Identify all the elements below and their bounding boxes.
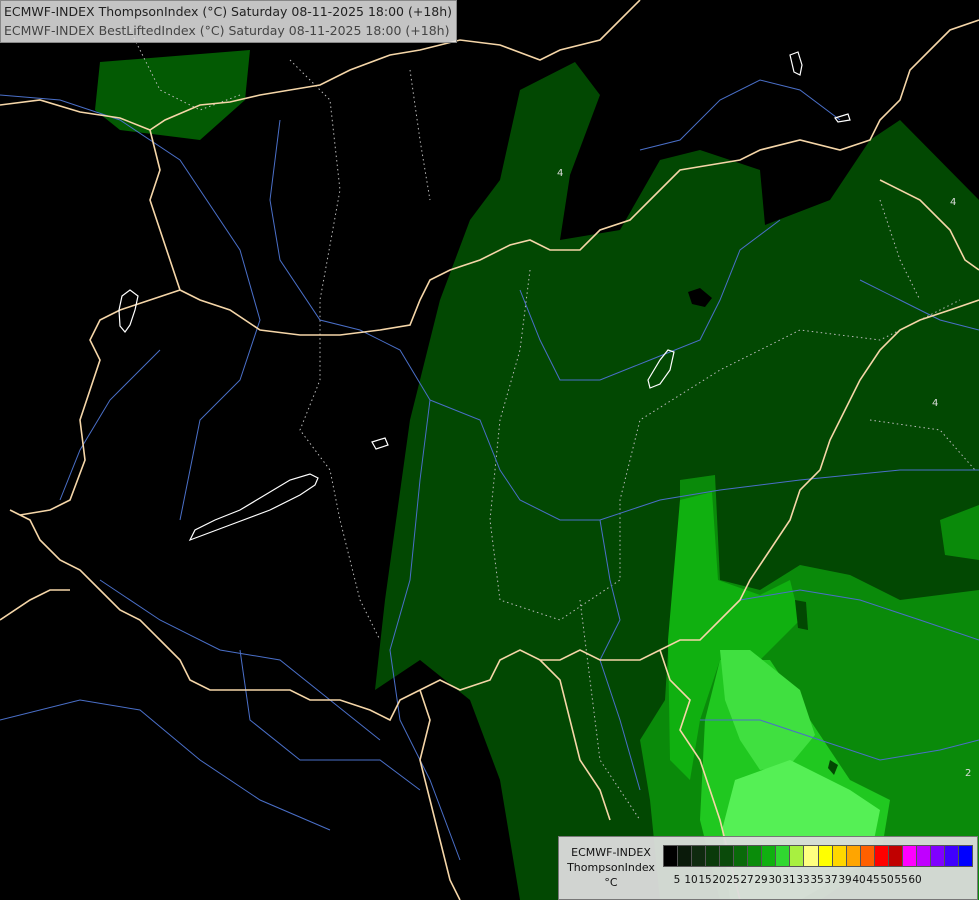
legend-swatch <box>832 846 847 866</box>
legend-tick-label: 25 <box>726 874 740 886</box>
legend-swatch <box>804 846 819 866</box>
legend-swatch <box>874 846 889 866</box>
legend-swatch <box>818 846 833 866</box>
legend-swatch <box>692 846 707 866</box>
legend-title-line1: ECMWF-INDEX <box>571 846 651 859</box>
legend-swatch <box>902 846 917 866</box>
legend-tick-label: 55 <box>894 874 908 886</box>
legend-title: ECMWF-INDEX ThompsonIndex °C <box>563 845 659 890</box>
color-legend: ECMWF-INDEX ThompsonIndex °C 5 10 15 20 25 27… <box>558 836 978 900</box>
legend-swatch <box>958 846 973 866</box>
legend-swatch <box>762 846 777 866</box>
legend-swatch <box>846 846 861 866</box>
legend-ticks: 5 10 15 20 25 27 29 30 31 33 35 37 39 40 45 50 55 60 <box>663 874 971 888</box>
contour-label: 4 <box>557 168 563 179</box>
contour-label: 2 <box>965 768 971 779</box>
title-line-best-lifted-index: ECMWF-INDEX BestLiftedIndex (°C) Saturda… <box>4 23 450 38</box>
legend-swatch <box>776 846 791 866</box>
legend-swatch <box>944 846 959 866</box>
legend-tick-label: 50 <box>880 874 894 886</box>
legend-swatch <box>706 846 721 866</box>
legend-tick-label: 30 <box>768 874 782 886</box>
legend-swatch <box>748 846 763 866</box>
legend-title-line2: ThompsonIndex <box>567 861 655 874</box>
legend-tick-label: 40 <box>852 874 866 886</box>
weather-map: 4 4 4 2 <box>0 0 979 900</box>
legend-swatch <box>860 846 875 866</box>
title-line-thompson-index: ECMWF-INDEX ThompsonIndex (°C) Saturday … <box>4 4 453 19</box>
legend-tick-label: 37 <box>824 874 838 886</box>
legend-tick-label: 31 <box>782 874 796 886</box>
legend-tick-label: 60 <box>908 874 922 886</box>
legend-tick-label: 45 <box>866 874 880 886</box>
legend-swatch <box>790 846 805 866</box>
legend-tick-label: 15 <box>698 874 712 886</box>
legend-swatch <box>888 846 903 866</box>
legend-tick-label: 39 <box>838 874 852 886</box>
legend-color-bar <box>663 845 973 867</box>
legend-unit: °C <box>604 876 618 889</box>
map-title-box: ECMWF-INDEX ThompsonIndex (°C) Saturday … <box>0 0 458 43</box>
legend-tick-label: 10 <box>684 874 698 886</box>
legend-tick-label: 33 <box>796 874 810 886</box>
legend-tick-label: 27 <box>740 874 754 886</box>
contour-label: 4 <box>950 197 956 208</box>
legend-tick-label: 35 <box>810 874 824 886</box>
contour-label: 4 <box>932 398 938 409</box>
legend-swatch <box>720 846 735 866</box>
legend-tick-label: 20 <box>712 874 726 886</box>
legend-tick-label: 5 <box>673 874 681 886</box>
legend-tick-label: 29 <box>754 874 768 886</box>
legend-swatch <box>664 846 679 866</box>
legend-swatch <box>678 846 693 866</box>
legend-swatch <box>734 846 749 866</box>
legend-swatch <box>916 846 931 866</box>
legend-swatch <box>930 846 945 866</box>
